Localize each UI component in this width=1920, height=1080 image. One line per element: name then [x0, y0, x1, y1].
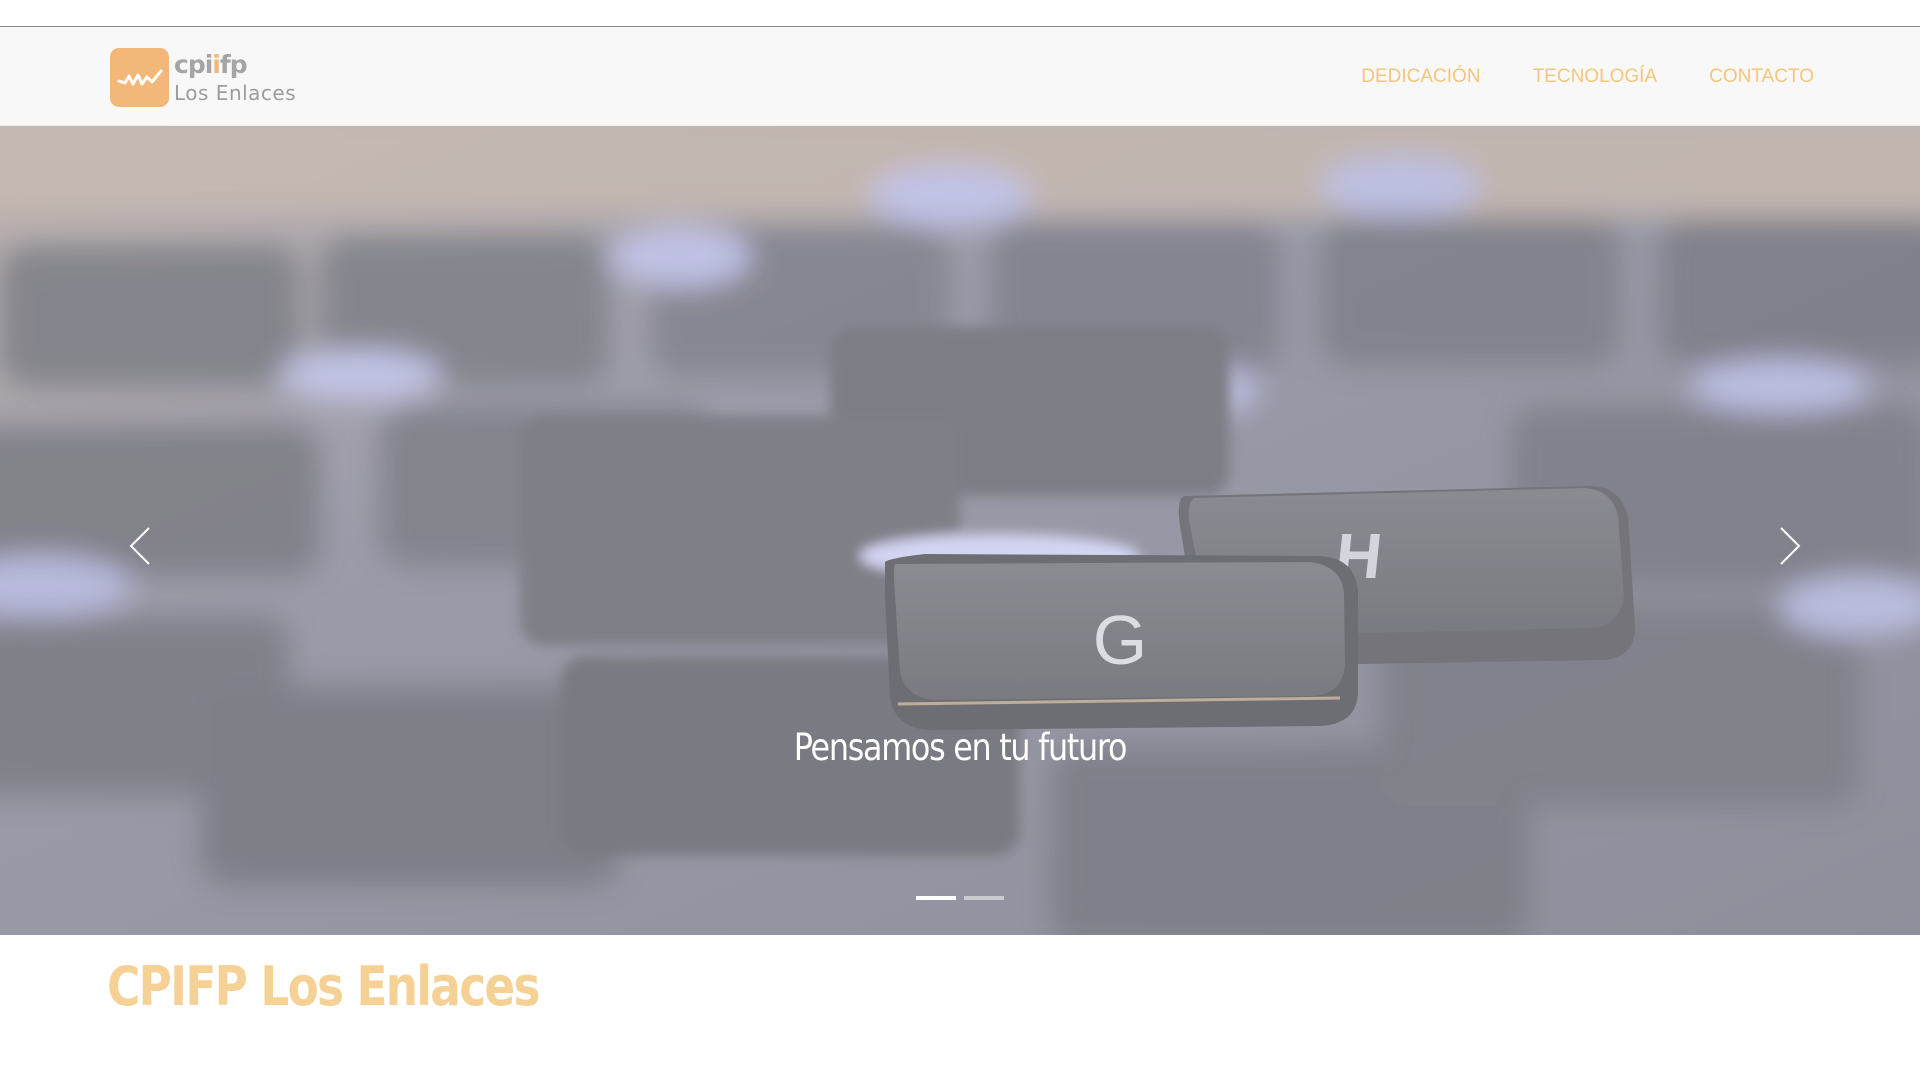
nav-item-dedicacion[interactable]: DEDICACIÓN	[1361, 66, 1480, 88]
navbar: cpiifp Los Enlaces DEDICACIÓN TECNOLOGÍA…	[0, 27, 1920, 126]
site-logo[interactable]: cpiifp Los Enlaces	[110, 47, 300, 108]
chevron-right-icon	[1780, 527, 1801, 565]
hero-caption: Pensamos en tu futuro	[793, 726, 1128, 769]
chevron-left-icon	[129, 527, 150, 565]
logo-wordmark: cpiifp	[174, 50, 248, 79]
carousel-indicators	[0, 896, 1920, 900]
browser-top-strip	[0, 0, 1920, 27]
main-nav: DEDICACIÓN TECNOLOGÍA CONTACTO	[1361, 27, 1814, 126]
nav-item-contacto[interactable]: CONTACTO	[1709, 66, 1814, 88]
carousel-indicator-2[interactable]	[964, 896, 1004, 900]
hero-carousel: H G Pensamos en tu futuro	[0, 126, 1920, 935]
logo-subtitle: Los Enlaces	[174, 81, 297, 105]
carousel-prev-button[interactable]	[115, 506, 165, 586]
nav-item-tecnologia[interactable]: TECNOLOGÍA	[1533, 66, 1658, 88]
keyboard-background-image: H G	[0, 126, 1920, 935]
page-heading: CPIFP Los Enlaces	[107, 955, 541, 1018]
carousel-indicator-1[interactable]	[916, 896, 956, 900]
logo-text: cpiifp Los Enlaces	[174, 52, 296, 103]
carousel-next-button[interactable]	[1765, 506, 1815, 586]
logo-mark-icon	[110, 48, 169, 107]
